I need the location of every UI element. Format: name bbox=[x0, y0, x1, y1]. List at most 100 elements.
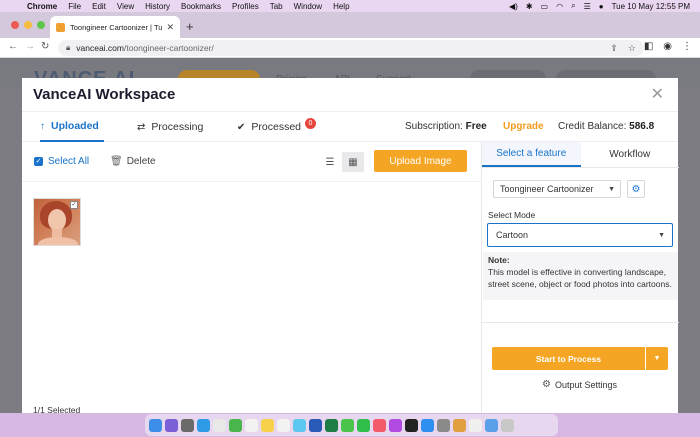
mode-select[interactable]: Cartoon ▼ bbox=[487, 223, 673, 247]
menu-file[interactable]: File bbox=[68, 2, 81, 11]
uploaded-image-thumbnail[interactable]: ✓ bbox=[33, 198, 81, 246]
upgrade-link[interactable]: Upgrade bbox=[503, 121, 544, 132]
upload-arrow-icon: ↑ bbox=[40, 120, 45, 132]
siri-app-icon[interactable] bbox=[165, 418, 178, 432]
divider bbox=[482, 322, 679, 323]
tab-processed-label: Processed bbox=[251, 121, 301, 133]
calendar-icon[interactable] bbox=[245, 418, 258, 432]
wifi-icon[interactable]: ◠ bbox=[556, 2, 563, 11]
check-circle-icon: ✔ bbox=[237, 121, 246, 133]
select-all-label: Select All bbox=[48, 156, 90, 167]
upload-image-button[interactable]: Upload Image bbox=[374, 150, 467, 172]
forward-icon[interactable]: → bbox=[25, 41, 35, 52]
sidebar-icon[interactable]: ◧ bbox=[644, 41, 653, 52]
system-preferences-icon[interactable] bbox=[437, 418, 450, 432]
gear-icon[interactable]: ⚙ bbox=[627, 180, 645, 198]
mode-select-value: Cartoon bbox=[496, 230, 529, 240]
textedit-icon[interactable] bbox=[469, 418, 482, 432]
photos-icon[interactable] bbox=[293, 418, 306, 432]
start-to-process-button[interactable]: Start to Process bbox=[492, 347, 645, 370]
subscription-label: Subscription: bbox=[405, 121, 463, 132]
lock-icon[interactable]: 🔒︎ bbox=[66, 43, 70, 53]
excel-icon[interactable] bbox=[325, 418, 338, 432]
tab-processed[interactable]: ✔ Processed 0 bbox=[237, 112, 316, 142]
close-icon[interactable]: ✕ bbox=[651, 84, 664, 104]
list-view-icon[interactable]: ☰ bbox=[319, 152, 341, 172]
menu-chrome[interactable]: Chrome bbox=[27, 2, 57, 11]
settings-gear-icon: ⚙ bbox=[542, 379, 551, 390]
tv-icon[interactable] bbox=[405, 418, 418, 432]
battery-icon[interactable]: ▭ bbox=[541, 2, 549, 11]
kebab-menu-icon[interactable]: ⋮ bbox=[682, 41, 692, 52]
address-bar[interactable]: 🔒︎ vanceai.com/toongineer-cartoonizer/ ⇪… bbox=[58, 40, 644, 56]
close-tab-icon[interactable]: ✕ bbox=[166, 22, 174, 33]
podcasts-icon[interactable] bbox=[389, 418, 402, 432]
tab-processing[interactable]: ⇄ Processing bbox=[137, 112, 203, 142]
output-settings-button[interactable]: ⚙ Output Settings bbox=[542, 379, 617, 390]
siri-icon[interactable]: ● bbox=[599, 2, 604, 11]
menu-tab[interactable]: Tab bbox=[270, 2, 283, 11]
select-mode-label: Select Mode bbox=[488, 210, 536, 220]
preview-icon[interactable] bbox=[453, 418, 466, 432]
workspace-tabs: ↑ Uploaded ⇄ Processing ✔ Processed 0 Su… bbox=[22, 112, 678, 142]
menu-help[interactable]: Help bbox=[333, 2, 349, 11]
reload-icon[interactable]: ↻ bbox=[41, 41, 49, 52]
tab-select-feature[interactable]: Select a feature bbox=[482, 142, 581, 167]
new-tab-button[interactable]: + bbox=[186, 19, 194, 34]
finder-icon[interactable] bbox=[149, 418, 162, 432]
menu-bookmarks[interactable]: Bookmarks bbox=[181, 2, 221, 11]
launchpad-icon[interactable] bbox=[181, 418, 194, 432]
bookmark-star-icon[interactable]: ☆ bbox=[628, 43, 636, 54]
checkbox-checked-icon: ✓ bbox=[34, 157, 43, 166]
grid-view-icon[interactable]: ▦ bbox=[342, 152, 364, 172]
safari-icon[interactable] bbox=[197, 418, 210, 432]
play-icon[interactable]: ◀) bbox=[509, 2, 518, 11]
bluetooth-icon[interactable]: ✱ bbox=[526, 2, 533, 11]
profile-icon[interactable]: ◉ bbox=[663, 41, 672, 52]
select-all-checkbox[interactable]: ✓ Select All bbox=[34, 156, 89, 167]
processed-count-badge: 0 bbox=[305, 117, 316, 129]
mac-dock bbox=[145, 414, 558, 436]
note-title: Note: bbox=[488, 255, 510, 265]
tab-workflow[interactable]: Workflow bbox=[581, 142, 680, 167]
minimize-window-button[interactable] bbox=[24, 21, 32, 29]
feature-select[interactable]: Toongineer Cartoonizer ▼ bbox=[493, 180, 621, 198]
maximize-window-button[interactable] bbox=[37, 21, 45, 29]
app-store-icon[interactable] bbox=[421, 418, 434, 432]
delete-button[interactable]: 🗑︎ Delete bbox=[110, 156, 156, 167]
search-icon[interactable]: ⌕ bbox=[571, 1, 575, 11]
word-icon[interactable] bbox=[309, 418, 322, 432]
browser-tab-bar: Toongineer Cartoonizer | Turn ✕ + bbox=[0, 12, 700, 38]
messages-icon[interactable] bbox=[341, 418, 354, 432]
tab-uploaded[interactable]: ↑ Uploaded bbox=[40, 112, 104, 142]
reminders-icon[interactable] bbox=[277, 418, 290, 432]
menu-history[interactable]: History bbox=[145, 2, 170, 11]
caret-down-icon: ▼ bbox=[658, 231, 665, 239]
facetime-icon[interactable] bbox=[357, 418, 370, 432]
menu-window[interactable]: Window bbox=[294, 2, 322, 11]
folder-icon[interactable] bbox=[485, 418, 498, 432]
chevron-down-icon[interactable]: ▼ bbox=[646, 347, 668, 370]
note-box: Note: This model is effective in convert… bbox=[483, 252, 678, 300]
control-center-icon[interactable]: ☰ bbox=[584, 2, 591, 11]
feature-panel: Select a feature Workflow Toongineer Car… bbox=[481, 142, 680, 413]
music-icon[interactable] bbox=[373, 418, 386, 432]
back-icon[interactable]: ← bbox=[8, 41, 18, 52]
menu-edit[interactable]: Edit bbox=[92, 2, 106, 11]
output-settings-label: Output Settings bbox=[554, 379, 618, 390]
modal-header: VanceAI Workspace ✕ bbox=[22, 78, 678, 112]
share-icon[interactable]: ⇪ bbox=[610, 43, 618, 54]
dock-area bbox=[0, 413, 700, 437]
trash-bin-icon[interactable] bbox=[501, 418, 514, 432]
menu-profiles[interactable]: Profiles bbox=[232, 2, 259, 11]
delete-label: Delete bbox=[126, 156, 156, 167]
tab-title: Toongineer Cartoonizer | Turn bbox=[70, 22, 163, 32]
notes-icon[interactable] bbox=[261, 418, 274, 432]
menu-clock[interactable]: Tue 10 May 12:55 PM bbox=[612, 2, 690, 11]
chrome-icon[interactable] bbox=[229, 418, 242, 432]
menu-view[interactable]: View bbox=[117, 2, 134, 11]
close-window-button[interactable] bbox=[11, 21, 19, 29]
browser-tab[interactable]: Toongineer Cartoonizer | Turn ✕ bbox=[50, 16, 180, 38]
thumbnail-checkbox[interactable]: ✓ bbox=[70, 201, 78, 209]
mail-icon[interactable] bbox=[213, 418, 226, 432]
